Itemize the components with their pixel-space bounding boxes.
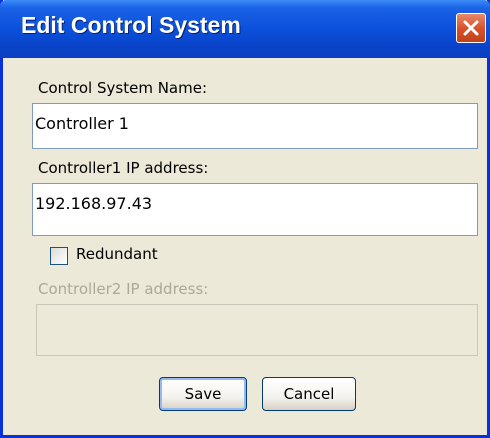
cancel-button[interactable]: Cancel	[262, 377, 356, 411]
controller1-ip-input[interactable]: 192.168.97.43	[32, 183, 478, 236]
dialog-title: Edit Control System	[21, 12, 241, 38]
redundant-checkbox[interactable]	[50, 247, 68, 265]
control-system-name-input[interactable]: Controller 1	[32, 103, 478, 149]
close-button[interactable]	[456, 13, 486, 43]
controller1-ip-label: Controller1 IP address:	[38, 159, 209, 177]
controller2-ip-input	[36, 304, 478, 356]
control-system-name-label: Control System Name:	[38, 79, 207, 97]
controller2-ip-label: Controller2 IP address:	[38, 280, 209, 298]
title-bar[interactable]: Edit Control System	[0, 0, 490, 58]
close-icon	[463, 20, 479, 36]
edit-control-system-dialog: Edit Control System Control System Name:…	[0, 0, 490, 438]
save-button[interactable]: Save	[159, 377, 247, 411]
redundant-label: Redundant	[76, 245, 158, 263]
